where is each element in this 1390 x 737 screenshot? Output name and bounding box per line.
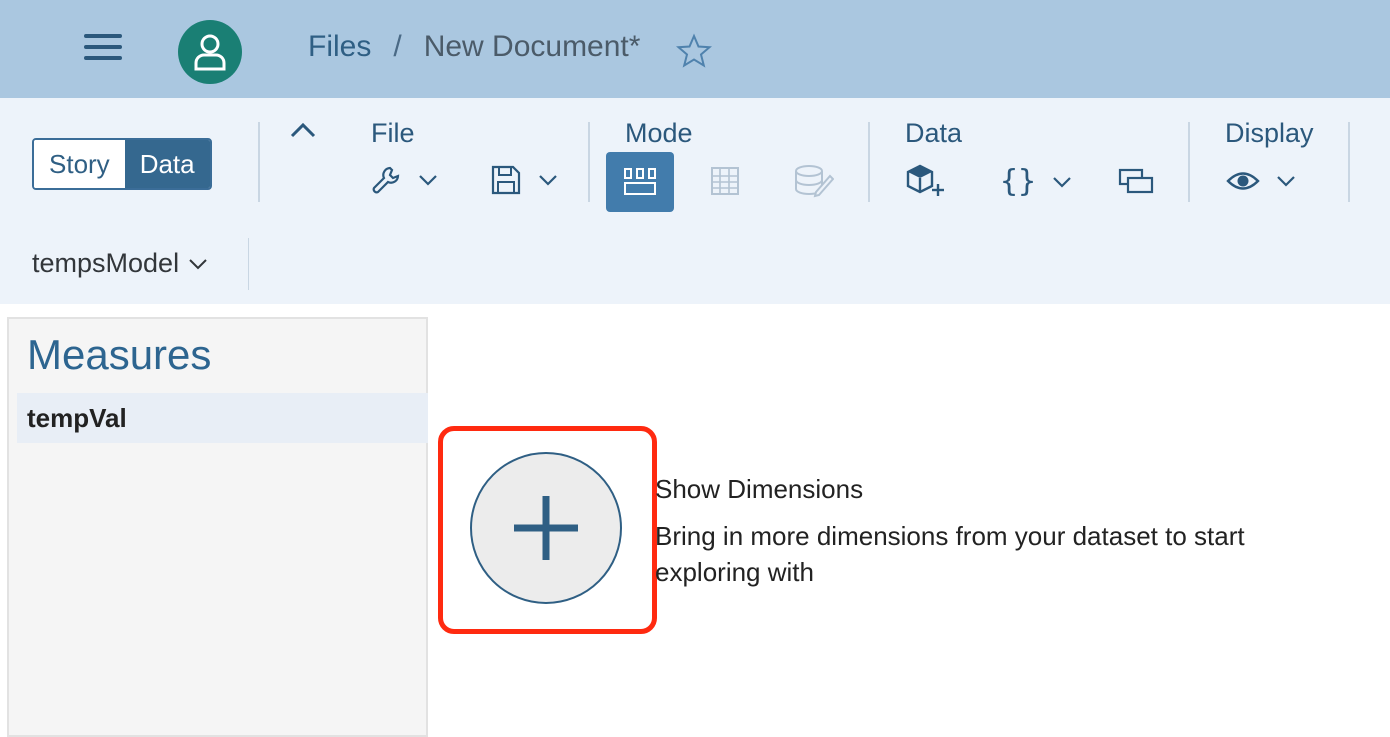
show-dimensions-title: Show Dimensions <box>655 474 864 504</box>
model-name: tempsModel <box>32 248 180 278</box>
database-edit-icon <box>795 165 834 198</box>
mode-group-label: Mode <box>625 118 693 148</box>
measure-item-tempval[interactable]: tempVal <box>17 393 428 443</box>
wrench-icon <box>372 166 400 194</box>
measures-title: Measures <box>27 331 212 378</box>
grid-mode-button[interactable] <box>710 166 740 196</box>
tools-menu-button[interactable] <box>370 164 440 196</box>
story-data-toggle: Story Data <box>32 138 212 190</box>
story-tab[interactable]: Story <box>34 140 125 188</box>
save-icon <box>491 165 521 195</box>
braces-icon: {} <box>1000 164 1037 199</box>
display-menu-button[interactable] <box>1226 168 1298 194</box>
toolbar-divider <box>248 238 249 290</box>
plus-icon <box>514 496 578 560</box>
toolbar-divider <box>258 122 260 202</box>
display-group-label: Display <box>1225 118 1314 148</box>
explorer-mode-button[interactable] <box>606 152 674 212</box>
data-group-label: Data <box>905 118 963 148</box>
chevron-down-icon <box>419 175 437 186</box>
breadcrumb: Files / New Document* <box>308 30 640 64</box>
overlapping-windows-icon <box>1118 168 1154 194</box>
chevron-down-icon <box>539 175 557 186</box>
chevron-down-icon <box>189 258 207 269</box>
eye-icon <box>1226 172 1260 190</box>
chevron-down-icon <box>1277 176 1295 187</box>
layout-button[interactable] <box>1118 166 1154 196</box>
edit-data-button[interactable] <box>794 164 834 198</box>
chevron-down-icon <box>1053 176 1071 188</box>
cube-add-icon <box>906 164 944 196</box>
toolbar-divider <box>1348 122 1350 202</box>
grid-icon <box>711 167 739 195</box>
formula-menu-button[interactable]: {} <box>1000 164 1074 199</box>
show-dimensions-description: Bring in more dimensions from your datas… <box>655 521 1245 587</box>
user-icon <box>194 34 226 71</box>
data-tab[interactable]: Data <box>124 140 210 188</box>
shell-bar: Files / New Document* <box>0 0 1390 98</box>
toolbar-divider <box>588 122 590 202</box>
file-group-label: File <box>371 118 415 148</box>
explorer-mode-icon <box>624 168 656 195</box>
breadcrumb-separator: / <box>393 30 402 63</box>
toolbar-divider <box>1188 122 1190 202</box>
save-menu-button[interactable] <box>490 164 560 196</box>
toolbar-divider <box>868 122 870 202</box>
user-avatar[interactable] <box>178 20 242 84</box>
document-title: New Document* <box>423 30 641 63</box>
breadcrumb-files-link[interactable]: Files <box>308 30 371 64</box>
model-selector[interactable]: tempsModel <box>32 248 209 279</box>
add-data-button[interactable] <box>906 164 946 198</box>
collapse-toolbar-icon[interactable] <box>290 122 316 143</box>
favorite-star-icon[interactable] <box>675 33 713 74</box>
show-dimensions-button[interactable] <box>470 452 622 604</box>
measures-panel: Measures tempVal <box>7 317 428 737</box>
menu-icon[interactable] <box>84 34 124 66</box>
